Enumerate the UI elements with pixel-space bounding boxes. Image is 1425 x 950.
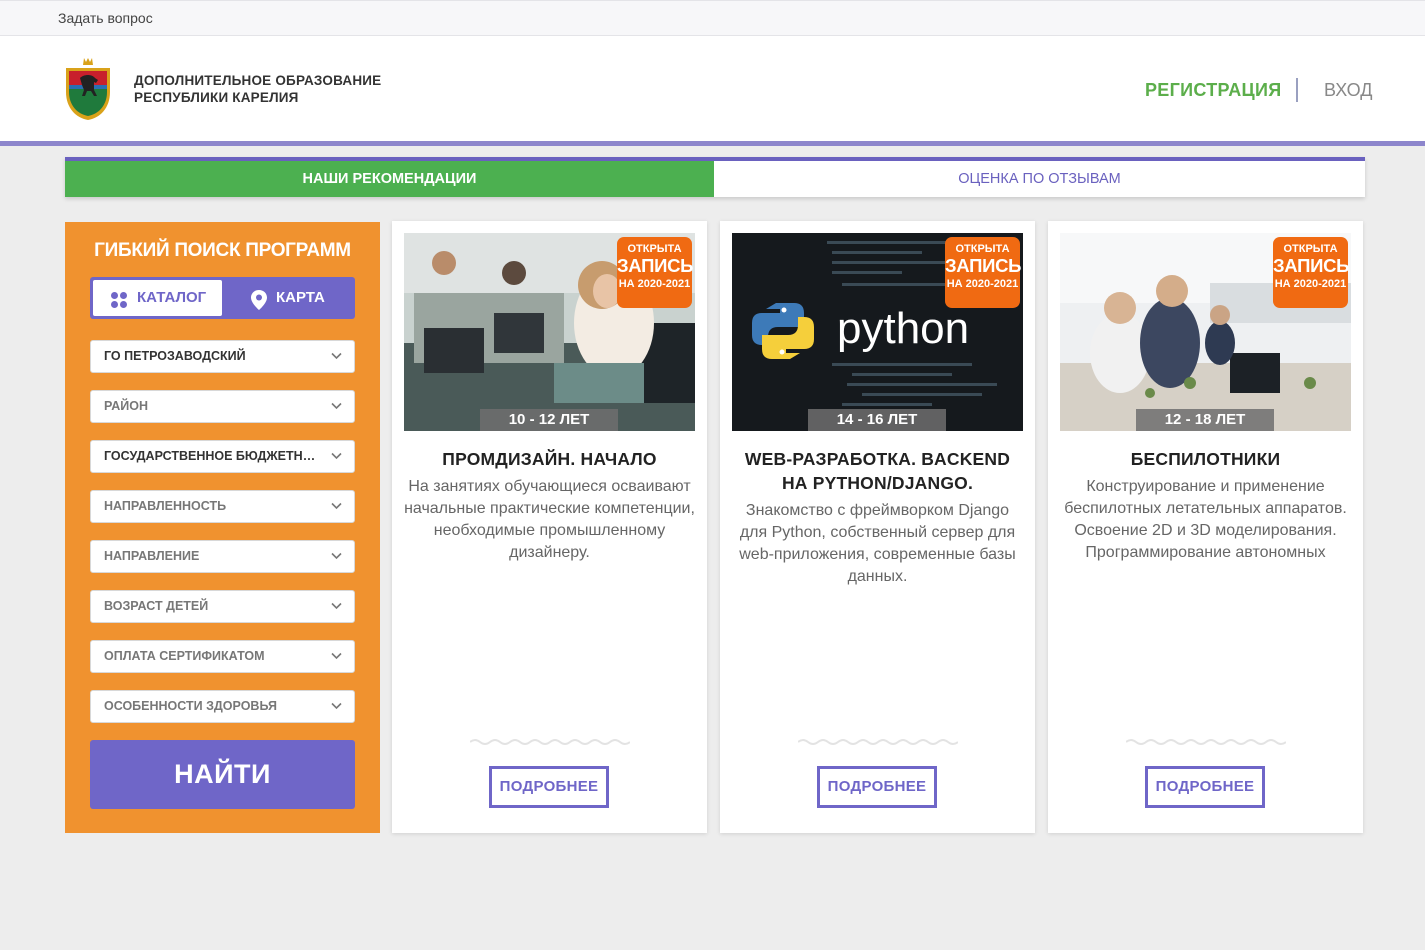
program-title[interactable]: ПРОМДИЗАЙН. НАЧАЛО xyxy=(402,447,697,471)
enrollment-open-badge: ОТКРЫТА ЗАПИСЬ НА 2020-2021 xyxy=(945,237,1022,308)
tab-review-rating[interactable]: ОЦЕНКА ПО ОТЗЫВАМ xyxy=(714,161,1365,197)
select-city-district[interactable]: ГО ПЕТРОЗАВОДСКИЙ xyxy=(90,340,355,373)
program-photo[interactable]: ОТКРЫТА ЗАПИСЬ НА 2020-2021 10 - 12 ЛЕТ xyxy=(404,233,695,431)
program-card: ОТКРЫТА ЗАПИСЬ НА 2020-2021 12 - 18 ЛЕТ … xyxy=(1048,221,1363,833)
select-area[interactable]: РАЙОН xyxy=(90,390,355,423)
find-button[interactable]: НАЙТИ xyxy=(90,740,355,809)
python-logo-text: python xyxy=(837,304,969,353)
brand-line-1: ДОПОЛНИТЕЛЬНОЕ ОБРАЗОВАНИЕ xyxy=(134,73,382,88)
brand-line-2: РЕСПУБЛИКИ КАРЕЛИЯ xyxy=(134,90,299,105)
select-value: ГО ПЕТРОЗАВОДСКИЙ xyxy=(104,349,246,363)
badge-line-3: НА 2020-2021 xyxy=(618,278,691,290)
select-value: ОСОБЕННОСТИ ЗДОРОВЬЯ xyxy=(104,699,277,713)
age-range-label: 10 - 12 ЛЕТ xyxy=(480,409,618,431)
select-value: ГОСУДАРСТВЕННОЕ БЮДЖЕТНО... xyxy=(104,449,323,463)
view-switch: КАТАЛОГ КАРТА xyxy=(90,277,355,319)
chevron-down-icon xyxy=(331,702,342,710)
karelia-coat-of-arms-logo[interactable] xyxy=(62,56,114,122)
select-value: НАПРАВЛЕННОСТЬ xyxy=(104,499,227,513)
program-card: ОТКРЫТА ЗАПИСЬ НА 2020-2021 10 - 12 ЛЕТ … xyxy=(392,221,707,833)
tab-our-recommendations[interactable]: НАШИ РЕКОМЕНДАЦИИ xyxy=(65,161,714,197)
select-focus[interactable]: НАПРАВЛЕННОСТЬ xyxy=(90,490,355,523)
program-description: На занятиях обучающиеся осваивают началь… xyxy=(404,478,695,561)
select-organization[interactable]: ГОСУДАРСТВЕННОЕ БЮДЖЕТНО... xyxy=(90,440,355,473)
site-brand[interactable]: ДОПОЛНИТЕЛЬНОЕ ОБРАЗОВАНИЕ РЕСПУБЛИКИ КА… xyxy=(134,72,381,106)
grid-icon xyxy=(111,292,128,309)
chevron-down-icon xyxy=(331,452,342,460)
badge-line-1: ОТКРЫТА xyxy=(627,243,682,255)
badge-line-1: ОТКРЫТА xyxy=(955,243,1010,255)
catalog-label: КАТАЛОГ xyxy=(137,289,207,306)
login-link[interactable]: ВХОД xyxy=(1324,80,1372,101)
catalog-toggle-button[interactable]: КАТАЛОГ xyxy=(93,280,222,316)
select-value: РАЙОН xyxy=(104,399,149,413)
chevron-down-icon xyxy=(331,652,342,660)
badge-line-3: НА 2020-2021 xyxy=(946,278,1019,290)
program-title[interactable]: WEB-РАЗРАБОТКА. BACKEND НА PYTHON/DJANGO… xyxy=(730,447,1025,495)
wave-divider xyxy=(470,739,630,745)
map-toggle-button[interactable]: КАРТА xyxy=(222,280,352,316)
wave-divider xyxy=(1126,739,1286,745)
badge-line-2: ЗАПИСЬ xyxy=(1273,255,1350,276)
badge-line-3: НА 2020-2021 xyxy=(1274,278,1347,290)
program-photo[interactable]: python ОТКРЫТА ЗАПИСЬ НА 2020-2021 14 - … xyxy=(732,233,1023,431)
select-health-features[interactable]: ОСОБЕННОСТИ ЗДОРОВЬЯ xyxy=(90,690,355,723)
more-details-button[interactable]: ПОДРОБНЕЕ xyxy=(817,766,937,808)
filter-title: ГИБКИЙ ПОИСК ПРОГРАММ xyxy=(94,240,351,261)
header-accent-line xyxy=(0,141,1425,146)
select-certificate-payment[interactable]: ОПЛАТА СЕРТИФИКАТОМ xyxy=(90,640,355,673)
map-pin-icon xyxy=(251,290,267,310)
enrollment-open-badge: ОТКРЫТА ЗАПИСЬ НА 2020-2021 xyxy=(617,237,694,308)
more-details-button[interactable]: ПОДРОБНЕЕ xyxy=(489,766,609,808)
header-divider xyxy=(1296,78,1298,102)
chevron-down-icon xyxy=(331,502,342,510)
select-value: НАПРАВЛЕНИЕ xyxy=(104,549,200,563)
program-description: Знакомство с фреймворком Django для Pyth… xyxy=(739,502,1016,585)
wave-divider xyxy=(798,739,958,745)
register-link[interactable]: РЕГИСТРАЦИЯ xyxy=(1145,80,1281,101)
flexible-search-panel: ГИБКИЙ ПОИСК ПРОГРАММ КАТАЛОГ КАРТА ГО П… xyxy=(65,222,380,833)
program-title[interactable]: БЕСПИЛОТНИКИ xyxy=(1058,447,1353,471)
select-direction[interactable]: НАПРАВЛЕНИЕ xyxy=(90,540,355,573)
map-label: КАРТА xyxy=(276,289,325,306)
chevron-down-icon xyxy=(331,602,342,610)
chevron-down-icon xyxy=(331,552,342,560)
enrollment-open-badge: ОТКРЫТА ЗАПИСЬ НА 2020-2021 xyxy=(1273,237,1350,308)
select-value: ОПЛАТА СЕРТИФИКАТОМ xyxy=(104,649,265,663)
badge-line-2: ЗАПИСЬ xyxy=(617,255,694,276)
top-bar: Задать вопрос xyxy=(0,0,1425,36)
ask-question-link[interactable]: Задать вопрос xyxy=(58,10,153,26)
program-description: Конструирование и применение беспилотных… xyxy=(1064,478,1347,561)
select-value: ВОЗРАСТ ДЕТЕЙ xyxy=(104,599,209,613)
age-range-label: 12 - 18 ЛЕТ xyxy=(1136,409,1274,431)
program-photo[interactable]: ОТКРЫТА ЗАПИСЬ НА 2020-2021 12 - 18 ЛЕТ xyxy=(1060,233,1351,431)
chevron-down-icon xyxy=(331,352,342,360)
recommendation-tabs: НАШИ РЕКОМЕНДАЦИИ ОЦЕНКА ПО ОТЗЫВАМ xyxy=(65,157,1365,197)
site-header: ДОПОЛНИТЕЛЬНОЕ ОБРАЗОВАНИЕ РЕСПУБЛИКИ КА… xyxy=(0,36,1425,141)
age-range-label: 14 - 16 ЛЕТ xyxy=(808,409,946,431)
badge-line-2: ЗАПИСЬ xyxy=(945,255,1022,276)
program-card: python ОТКРЫТА ЗАПИСЬ НА 2020-2021 14 - … xyxy=(720,221,1035,833)
badge-line-1: ОТКРЫТА xyxy=(1283,243,1338,255)
more-details-button[interactable]: ПОДРОБНЕЕ xyxy=(1145,766,1265,808)
chevron-down-icon xyxy=(331,402,342,410)
select-child-age[interactable]: ВОЗРАСТ ДЕТЕЙ xyxy=(90,590,355,623)
